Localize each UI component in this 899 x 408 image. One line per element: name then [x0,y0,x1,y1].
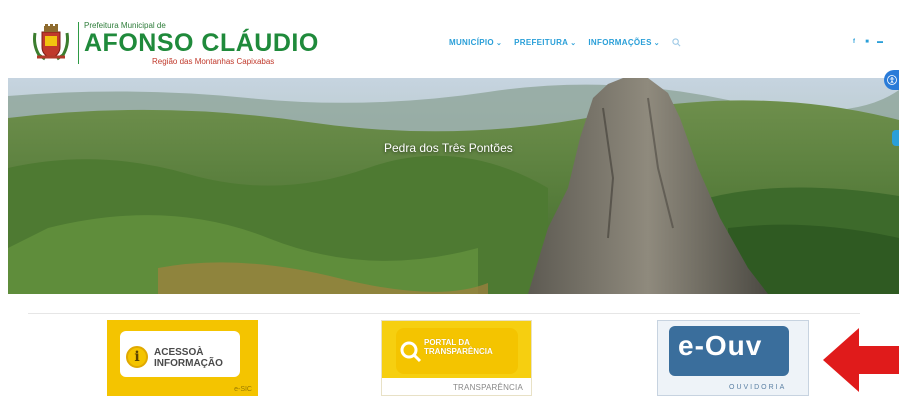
transparency-portal-card[interactable]: PORTAL DA TRANSPARÊNCIA TRANSPARÊNCIA [381,320,532,396]
instagram-icon[interactable]: ■ [864,39,870,45]
search-icon[interactable] [672,38,681,47]
esic-title-line1: ACESSOÀ [154,347,204,358]
transparency-card-title: PORTAL DA TRANSPARÊNCIA [424,338,493,356]
esic-title-line2: INFORMAÇÃO [154,358,223,369]
info-icon: i [126,346,148,368]
site-logo-title[interactable]: AFONSO CLÁUDIO [84,30,319,56]
social-links: f ■ ▬ [851,39,883,45]
side-widget-tab[interactable] [892,130,899,146]
eouv-ombudsman-card[interactable]: e-Ouv OUVIDORIA [657,320,809,396]
logo-tagline: Região das Montanhas Capixabas [152,57,275,66]
accessibility-button[interactable] [884,70,899,90]
nav-item-label: PREFEITURA [514,38,569,47]
eouv-card-footer: OUVIDORIA [729,384,787,391]
youtube-icon[interactable]: ▬ [877,39,883,45]
nav-item-label: MUNICÍPIO [449,38,494,47]
chevron-down-icon: ⌄ [653,39,660,47]
eouv-card-title: e-Ouv [678,330,763,361]
esic-link-card[interactable]: i ACESSOÀ INFORMAÇÃO e-SIC [107,320,258,396]
nav-item-informacoes[interactable]: INFORMAÇÕES ⌄ [588,38,659,47]
hero-banner[interactable]: Pedra dos Três Pontões [8,78,899,294]
hero-landscape-image [8,78,899,294]
nav-item-label: INFORMAÇÕES [588,38,652,47]
chevron-down-icon: ⌄ [495,39,503,47]
transparency-title-line1: PORTAL DA [424,338,470,347]
section-divider [28,313,860,314]
main-nav: MUNICÍPIO ⌄ PREFEITURA ⌄ INFORMAÇÕES ⌄ [449,38,681,47]
logo-divider [78,22,79,64]
esic-card-title: ACESSOÀ INFORMAÇÃO [154,347,223,369]
magnifier-icon [400,341,422,363]
red-left-arrow-icon [823,328,899,392]
accessibility-icon [886,75,897,85]
facebook-icon[interactable]: f [851,39,857,45]
site-header: Prefeitura Municipal de AFONSO CLÁUDIO R… [0,0,899,76]
nav-item-municipio[interactable]: MUNICÍPIO ⌄ [449,38,502,47]
transparency-title-line2: TRANSPARÊNCIA [424,347,493,356]
banner-caption: Pedra dos Três Pontões [384,141,513,155]
municipal-crest-logo[interactable] [31,23,71,63]
esic-card-footer: e-SIC [234,386,252,393]
transparency-card-footer: TRANSPARÊNCIA [452,383,523,392]
nav-item-prefeitura[interactable]: PREFEITURA ⌄ [514,38,576,47]
chevron-down-icon: ⌄ [570,39,577,47]
